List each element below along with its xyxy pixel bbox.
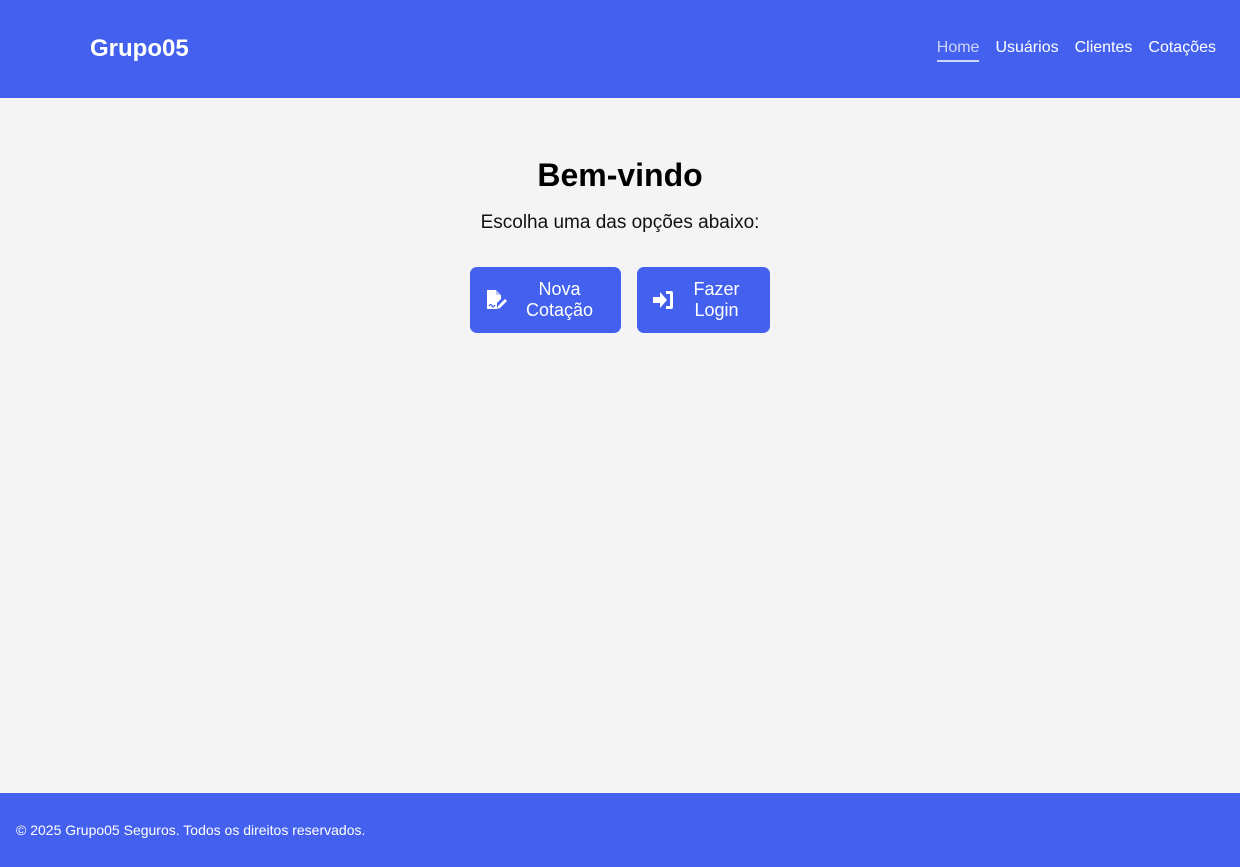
- nav-link-clientes[interactable]: Clientes: [1075, 38, 1133, 62]
- file-signature-icon: [485, 289, 507, 311]
- sign-in-icon: [652, 289, 674, 311]
- site-header: Grupo05 Home Usuários Clientes Cotações: [0, 0, 1240, 98]
- new-quote-label: Nova Cotação: [525, 279, 594, 320]
- main-content: Bem-vindo Escolha uma das opções abaixo:…: [0, 98, 1240, 793]
- main-nav: Home Usuários Clientes Cotações: [936, 38, 1216, 62]
- brand-logo[interactable]: Grupo05: [90, 35, 189, 63]
- page-title: Bem-vindo: [537, 157, 703, 193]
- nav-link-cotacoes[interactable]: Cotações: [1148, 38, 1216, 62]
- nav-link-home[interactable]: Home: [936, 38, 980, 62]
- login-button[interactable]: Fazer Login: [637, 267, 770, 333]
- nav-link-usuarios[interactable]: Usuários: [995, 38, 1058, 62]
- login-label: Fazer Login: [693, 279, 740, 320]
- page-subtitle: Escolha uma das opções abaixo:: [480, 212, 760, 233]
- new-quote-button[interactable]: Nova Cotação: [470, 267, 621, 333]
- footer-copyright: © 2025 Grupo05 Seguros. Todos os direito…: [16, 822, 366, 838]
- site-footer: © 2025 Grupo05 Seguros. Todos os direito…: [0, 793, 1240, 867]
